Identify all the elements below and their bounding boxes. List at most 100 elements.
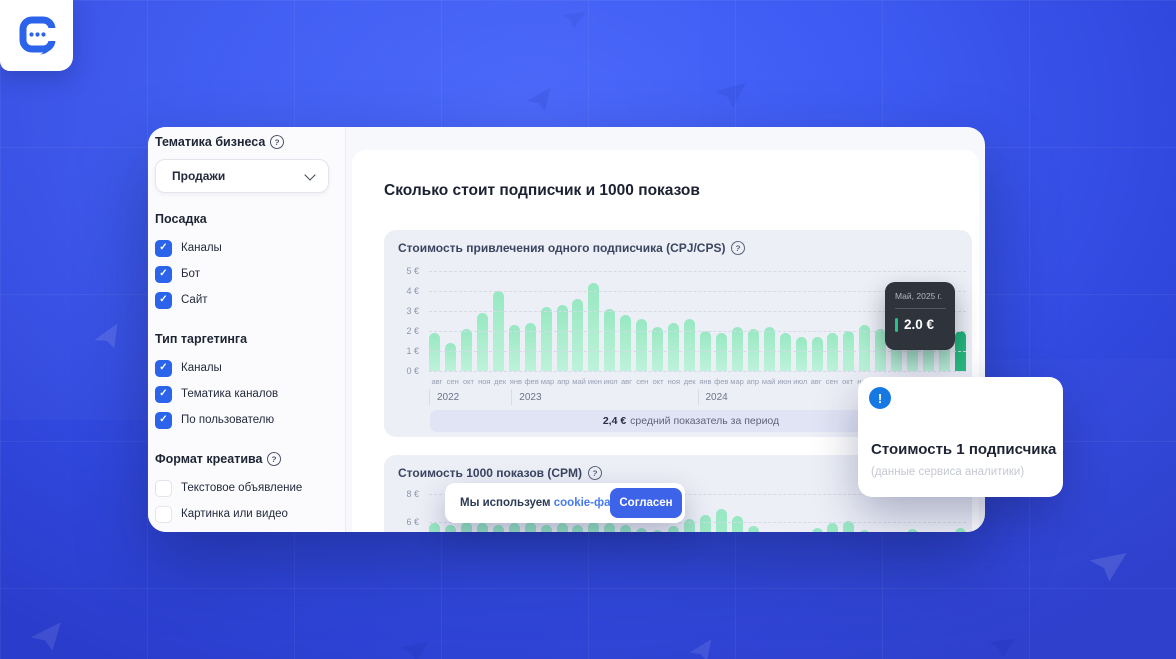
bar[interactable] (811, 527, 823, 532)
paper-plane-icon (30, 622, 61, 651)
bar[interactable] (731, 327, 743, 371)
y-axis-tick: 3 € (406, 306, 419, 316)
checkbox-row-Текстовое объявление[interactable]: Текстовое объявление (155, 475, 345, 501)
checkbox-row-Каналы[interactable]: ✓ Каналы (155, 235, 345, 261)
checkbox-unchecked[interactable] (155, 505, 172, 523)
bar[interactable] (620, 524, 632, 532)
checkbox-checked[interactable]: ✓ (155, 359, 172, 377)
bar[interactable] (715, 333, 727, 371)
bar[interactable] (492, 524, 504, 532)
bar[interactable] (652, 327, 664, 371)
bar[interactable] (476, 313, 488, 371)
x-axis-month-label: авг (621, 377, 632, 386)
checkbox-label: Бот (181, 268, 200, 280)
paper-plane-icon (689, 639, 712, 659)
x-axis-month-label: мар (540, 377, 555, 386)
checkbox-row-Сайт[interactable]: ✓ Сайт (155, 287, 345, 313)
subscriber-cost-info-card: ! Стоимость 1 подписчика (данные сервиса… (858, 377, 1063, 497)
x-axis-month-label: янв (509, 377, 522, 386)
checkbox-unchecked[interactable] (155, 479, 172, 497)
chatlabs-logo[interactable] (0, 0, 73, 71)
average-label: средний показатель за период (630, 415, 780, 427)
bar[interactable] (907, 529, 919, 532)
bar[interactable] (588, 522, 600, 532)
bar[interactable] (429, 523, 440, 532)
checkbox-checked[interactable]: ✓ (155, 291, 172, 309)
checkbox-row-Каналы[interactable]: ✓ Каналы (155, 355, 345, 381)
bar[interactable] (731, 516, 743, 532)
tooltip-value: 2.0 € (904, 317, 935, 332)
x-axis-month-label: янв (699, 377, 712, 386)
bar[interactable] (524, 522, 536, 532)
checkbox-row-Бот[interactable]: ✓ Бот (155, 261, 345, 287)
checkbox-row-Картинка или видео[interactable]: Картинка или видео (155, 501, 345, 527)
bar[interactable] (444, 524, 456, 532)
bar[interactable] (588, 283, 600, 371)
bar[interactable] (954, 527, 966, 532)
bar[interactable] (604, 523, 616, 532)
bar[interactable] (476, 523, 488, 532)
paper-plane-icon (562, 11, 586, 29)
checkbox-checked[interactable]: ✓ (155, 385, 172, 403)
bar[interactable] (540, 524, 552, 532)
business-topic-select[interactable]: Продажи (155, 159, 329, 193)
x-axis-month-label: окт (842, 377, 854, 386)
bar[interactable] (429, 333, 440, 371)
bar[interactable] (811, 337, 823, 371)
bar[interactable] (827, 523, 839, 532)
x-axis-month-label: авг (431, 377, 443, 386)
x-axis-month-label: апр (557, 377, 570, 386)
bar[interactable] (779, 333, 791, 371)
check-icon: ✓ (159, 268, 168, 279)
bar[interactable] (460, 329, 472, 371)
bar[interactable] (747, 329, 759, 371)
check-icon: ✓ (159, 414, 168, 425)
cookie-accept-button[interactable]: Согласен (610, 488, 682, 518)
x-axis-month-label: сен (446, 377, 459, 386)
x-axis-month-label: июл (603, 377, 618, 386)
checkbox-checked[interactable]: ✓ (155, 411, 172, 429)
bar[interactable] (556, 523, 568, 532)
bar[interactable] (604, 309, 616, 371)
gridline (429, 271, 966, 272)
bar[interactable] (715, 509, 727, 532)
bar[interactable] (699, 515, 711, 532)
help-icon[interactable]: ? (266, 451, 283, 467)
bar[interactable] (636, 319, 648, 371)
checkbox-row-По пользователю[interactable]: ✓ По пользователю (155, 407, 345, 433)
checkbox-checked[interactable]: ✓ (155, 239, 172, 257)
help-icon[interactable]: ? (587, 465, 603, 481)
checkbox-checked[interactable]: ✓ (155, 265, 172, 283)
y-axis-tick: 1 € (406, 346, 419, 356)
bar[interactable] (652, 530, 664, 532)
paper-plane-icon (526, 87, 551, 112)
bar[interactable] (747, 526, 759, 532)
bar[interactable] (460, 522, 472, 532)
x-axis-month-label: сен (825, 377, 838, 386)
bar[interactable] (668, 526, 680, 532)
bar[interactable] (859, 530, 871, 532)
x-axis-year-label: 2024 (697, 389, 884, 405)
bar[interactable] (684, 319, 695, 371)
bar[interactable] (556, 305, 568, 371)
bar[interactable] (636, 527, 648, 532)
filter-group: Посадка ✓ Каналы ✓ Бот ✓ Сайт (155, 212, 345, 313)
bar[interactable] (763, 327, 775, 371)
help-icon[interactable]: ? (730, 240, 747, 256)
bar[interactable] (795, 337, 807, 371)
checkbox-row-Тематика каналов[interactable]: ✓ Тематика каналов (155, 381, 345, 407)
chart-title-cpm: Стоимость 1000 показов (CPM) ? (398, 465, 603, 481)
bar[interactable] (827, 333, 839, 371)
x-axis-month-label: июл (793, 377, 808, 386)
check-icon: ✓ (159, 388, 168, 399)
bar[interactable] (508, 523, 520, 532)
bar[interactable] (572, 524, 584, 532)
bar[interactable] (620, 315, 632, 371)
x-axis-month-label: дек (494, 377, 506, 386)
bar[interactable] (540, 307, 552, 371)
bar[interactable] (572, 299, 584, 371)
help-icon[interactable]: ? (269, 134, 286, 150)
bar[interactable] (444, 343, 456, 371)
x-axis-month-label: окт (463, 377, 474, 386)
y-axis-tick: 4 € (406, 286, 419, 296)
